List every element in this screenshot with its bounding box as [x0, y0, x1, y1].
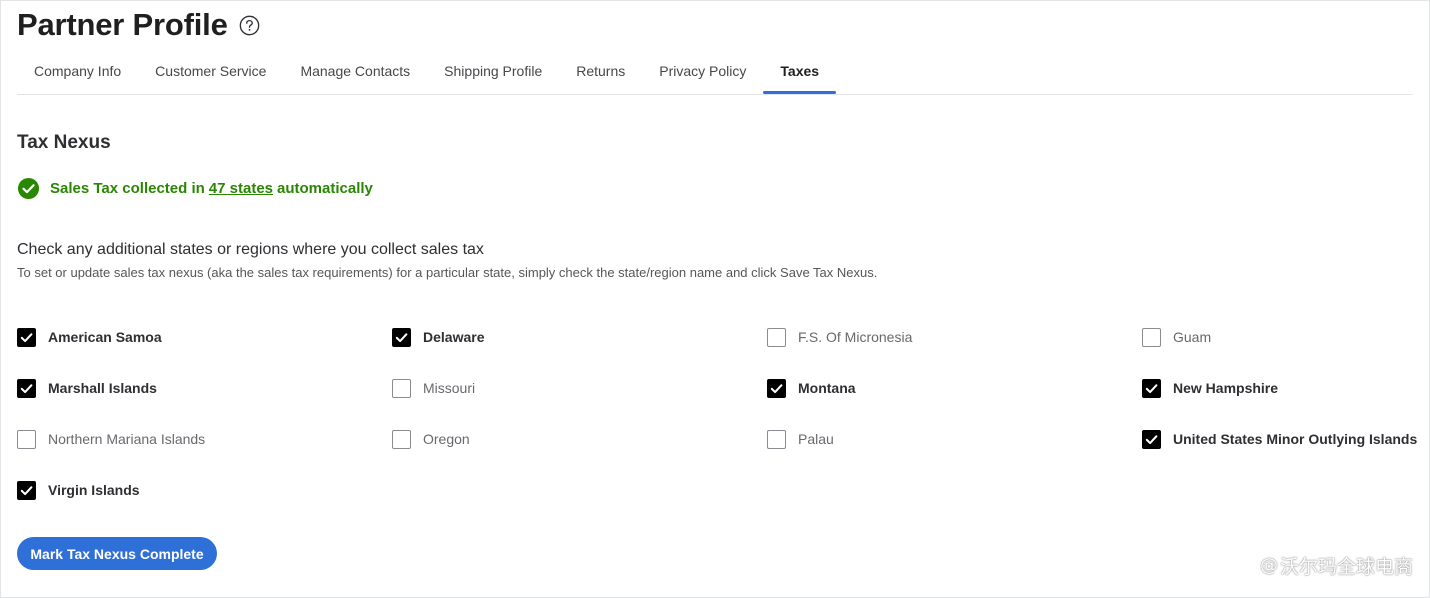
- tab-label: Company Info: [34, 62, 122, 79]
- checkbox-box[interactable]: [1142, 429, 1161, 449]
- checkbox-label: Montana: [798, 380, 856, 396]
- checkbox-label: Missouri: [423, 380, 476, 396]
- checkbox-box[interactable]: [767, 327, 786, 347]
- state-checkbox-grid: American Samoa Delaware F.S. Of Micrones…: [17, 323, 1417, 527]
- checkbox-missouri[interactable]: Missouri: [392, 374, 767, 402]
- tab-taxes[interactable]: Taxes: [763, 47, 836, 94]
- checkbox-northern-mariana-islands[interactable]: Northern Mariana Islands: [17, 425, 392, 453]
- checkbox-label: Delaware: [423, 329, 485, 345]
- checkbox-label: Marshall Islands: [48, 380, 157, 396]
- checkbox-label: Virgin Islands: [48, 482, 140, 498]
- status-text: Sales Tax collected in 47 states automatic…: [50, 180, 373, 197]
- watermark: @ 沃尔玛全球电商: [1260, 552, 1413, 579]
- checkbox-label: F.S. Of Micronesia: [798, 329, 913, 345]
- instructions-subtitle: To set or update sales tax nexus (aka th…: [17, 265, 878, 280]
- tab-label: Returns: [576, 62, 626, 79]
- checkbox-palau[interactable]: Palau: [767, 425, 1142, 453]
- checkbox-box[interactable]: [392, 327, 411, 347]
- checkbox-oregon[interactable]: Oregon: [392, 425, 767, 453]
- tab-label: Shipping Profile: [444, 62, 543, 79]
- title-row: Partner Profile: [17, 5, 260, 45]
- checkmark-icon: [1145, 434, 1158, 444]
- checkbox-new-hampshire[interactable]: New Hampshire: [1142, 374, 1417, 402]
- checkbox-label: Northern Mariana Islands: [48, 431, 206, 447]
- checkbox-marshall-islands[interactable]: Marshall Islands: [17, 374, 392, 402]
- tax-status-message: Sales Tax collected in 47 states automatic…: [17, 176, 373, 200]
- checkbox-box[interactable]: [1142, 378, 1161, 398]
- states-count-link[interactable]: 47 states: [209, 180, 273, 197]
- checkmark-icon: [20, 332, 33, 342]
- checkbox-label: American Samoa: [48, 329, 162, 345]
- checkbox-guam[interactable]: Guam: [1142, 323, 1417, 351]
- check-circle-icon: [17, 177, 40, 200]
- checkbox-montana[interactable]: Montana: [767, 374, 1142, 402]
- tab-returns[interactable]: Returns: [559, 47, 642, 94]
- status-suffix: automatically: [277, 179, 373, 197]
- mark-tax-nexus-complete-button[interactable]: Mark Tax Nexus Complete: [17, 537, 217, 570]
- tab-customer-service[interactable]: Customer Service: [138, 47, 283, 94]
- checkbox-box[interactable]: [17, 429, 36, 449]
- checkbox-label: Oregon: [423, 431, 470, 447]
- checkbox-american-samoa[interactable]: American Samoa: [17, 323, 392, 351]
- instructions-title: Check any additional states or regions w…: [17, 241, 484, 258]
- tab-company-info[interactable]: Company Info: [17, 47, 138, 94]
- tab-label: Privacy Policy: [659, 62, 747, 79]
- tab-label: Manage Contacts: [300, 62, 411, 79]
- checkbox-label: Guam: [1173, 329, 1212, 345]
- status-prefix: Sales Tax collected in: [50, 179, 205, 197]
- checkbox-box[interactable]: [392, 378, 411, 398]
- checkbox-label: United States Minor Outlying Islands: [1173, 431, 1418, 447]
- checkbox-box[interactable]: [392, 429, 411, 449]
- checkbox-delaware[interactable]: Delaware: [392, 323, 767, 351]
- tab-manage-contacts[interactable]: Manage Contacts: [283, 47, 427, 94]
- tab-label: Taxes: [780, 62, 820, 79]
- checkmark-icon: [1145, 383, 1158, 393]
- tab-shipping-profile[interactable]: Shipping Profile: [427, 47, 559, 94]
- profile-tabs: Company Info Customer Service Manage Con…: [17, 47, 836, 94]
- checkbox-label: Palau: [798, 431, 834, 447]
- page-title: Partner Profile: [17, 7, 228, 42]
- checkbox-box[interactable]: [767, 378, 786, 398]
- checkbox-virgin-islands[interactable]: Virgin Islands: [17, 476, 392, 504]
- checkmark-icon: [395, 332, 408, 342]
- checkmark-icon: [770, 383, 783, 393]
- checkbox-box[interactable]: [17, 327, 36, 347]
- tab-privacy-policy[interactable]: Privacy Policy: [642, 47, 763, 94]
- checkbox-box[interactable]: [1142, 327, 1161, 347]
- partner-profile-page: Partner Profile Company Info Customer Se…: [0, 0, 1430, 598]
- checkbox-label: New Hampshire: [1173, 380, 1279, 396]
- checkbox-us-minor-outlying-islands[interactable]: United States Minor Outlying Islands: [1142, 425, 1417, 453]
- checkmark-icon: [20, 383, 33, 393]
- tab-label: Customer Service: [155, 62, 267, 79]
- checkbox-box[interactable]: [17, 480, 36, 500]
- instructions: Check any additional states or regions w…: [17, 241, 877, 280]
- tabs-divider: [17, 94, 1413, 95]
- watermark-text: 沃尔玛全球电商: [1279, 556, 1413, 578]
- checkbox-box[interactable]: [767, 429, 786, 449]
- section-title: Tax Nexus: [17, 132, 111, 153]
- watermark-at-icon: @: [1259, 555, 1278, 576]
- checkbox-box[interactable]: [17, 378, 36, 398]
- help-circle-icon[interactable]: [239, 15, 260, 36]
- checkmark-icon: [20, 485, 33, 495]
- checkbox-fs-of-micronesia[interactable]: F.S. Of Micronesia: [767, 323, 1142, 351]
